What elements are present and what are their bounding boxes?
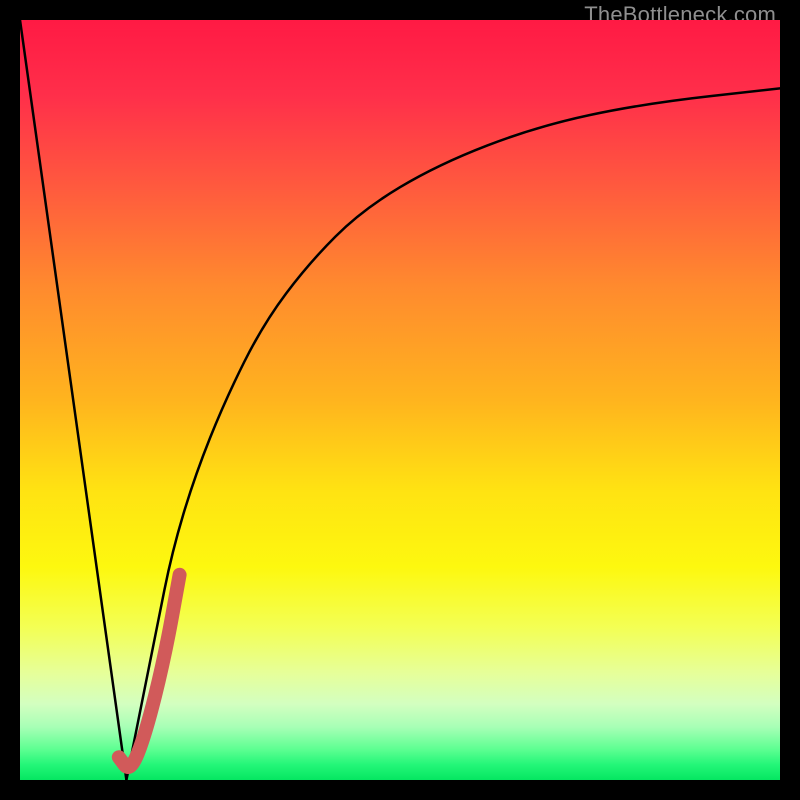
bottleneck-right-line [126, 88, 780, 780]
plot-area [20, 20, 780, 780]
curve-layer [20, 20, 780, 780]
bottleneck-left-line [20, 20, 126, 780]
chart-frame: TheBottleneck.com [0, 0, 800, 800]
